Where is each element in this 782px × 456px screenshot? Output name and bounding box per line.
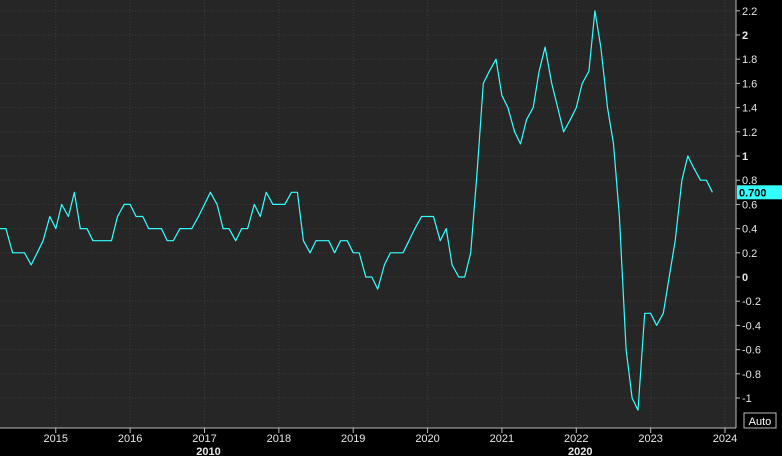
y-tick-label: -0.4 bbox=[742, 320, 761, 332]
y-tick-label: 0.4 bbox=[742, 224, 757, 236]
last-value-label: 0.700 bbox=[739, 187, 767, 199]
y-tick-label: 1.8 bbox=[742, 54, 757, 66]
auto-scale-button-label: Auto bbox=[749, 416, 772, 428]
x-tick-label: 2015 bbox=[44, 433, 68, 445]
y-tick-label: 0 bbox=[742, 272, 748, 284]
y-tick-label: -0.6 bbox=[742, 345, 761, 357]
y-tick-label: 0.6 bbox=[742, 199, 757, 211]
plot-background bbox=[0, 0, 736, 428]
x-tick-label: 2018 bbox=[267, 433, 291, 445]
y-tick-label: -1 bbox=[742, 393, 752, 405]
y-tick-label: -0.2 bbox=[742, 296, 761, 308]
decade-label: 2010 bbox=[196, 446, 220, 456]
y-tick-label: 1.6 bbox=[742, 78, 757, 90]
decade-label: 2020 bbox=[568, 446, 592, 456]
y-tick-label: 1.4 bbox=[742, 103, 757, 115]
y-tick-label: 1.2 bbox=[742, 127, 757, 139]
last-value-marker: 0.700 bbox=[737, 185, 782, 200]
x-tick-label: 2020 bbox=[415, 433, 439, 445]
y-tick-label: 1 bbox=[742, 151, 748, 163]
auto-scale-button[interactable]: Auto bbox=[743, 412, 777, 429]
y-tick-label: 2 bbox=[742, 30, 748, 42]
x-tick-label: 2019 bbox=[341, 433, 365, 445]
y-tick-label: -0.8 bbox=[742, 369, 761, 381]
x-tick-label: 2021 bbox=[490, 433, 514, 445]
x-tick-label: 2022 bbox=[564, 433, 588, 445]
x-tick-label: 2017 bbox=[192, 433, 216, 445]
x-tick-label: 2016 bbox=[118, 433, 142, 445]
y-tick-label: 2.2 bbox=[742, 6, 757, 18]
x-tick-label: 2023 bbox=[638, 433, 662, 445]
x-tick-label: 2024 bbox=[713, 433, 737, 445]
y-tick-label: 0.2 bbox=[742, 248, 757, 260]
chart: 2015 2016 2017 2018 2019 2020 2021 2022 2023 2024… bbox=[0, 0, 782, 456]
